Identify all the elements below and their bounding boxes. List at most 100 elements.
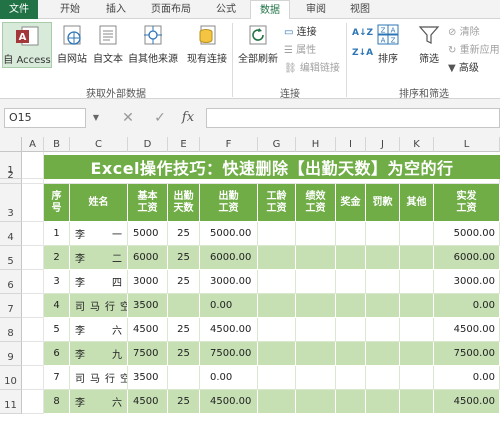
insert-function-icon[interactable]: fx: [178, 108, 198, 128]
from-text-button[interactable]: 自文本: [90, 22, 126, 68]
existing-connections-button[interactable]: 现有连接: [184, 22, 230, 68]
table-cell-seq[interactable]: 6: [44, 342, 70, 366]
table-cell-name[interactable]: 李九: [70, 342, 128, 366]
table-cell-seq[interactable]: 5: [44, 318, 70, 342]
table-cell-name[interactable]: 司马行空: [70, 294, 128, 318]
table-cell-penalty[interactable]: [366, 318, 400, 342]
table-cell-attendance-pay[interactable]: 4500.00: [200, 390, 258, 414]
sort-za-icon[interactable]: Z↓A: [352, 45, 373, 61]
properties-button[interactable]: ☰ 属性: [284, 43, 316, 59]
name-box-dropdown-icon[interactable]: ▼: [90, 108, 102, 128]
table-cell-penalty[interactable]: [366, 222, 400, 246]
sheet-title[interactable]: Excel操作技巧：快速删除【出勤天数】为空的行: [44, 155, 500, 179]
table-cell-base-salary[interactable]: 3000: [128, 270, 168, 294]
table-cell-seniority-pay[interactable]: [258, 246, 296, 270]
table-header-bonus[interactable]: 奖金: [336, 184, 366, 222]
table-cell-performance-pay[interactable]: [296, 318, 336, 342]
table-cell-base-salary[interactable]: 4500: [128, 318, 168, 342]
row-header-10[interactable]: 10: [0, 366, 22, 390]
row-header-5[interactable]: 5: [0, 246, 22, 270]
grid-cell[interactable]: [22, 366, 44, 390]
row-header-4[interactable]: 4: [0, 222, 22, 246]
table-cell-attendance-pay[interactable]: 4500.00: [200, 318, 258, 342]
table-header-other[interactable]: 其他: [400, 184, 434, 222]
table-cell-performance-pay[interactable]: [296, 294, 336, 318]
column-header-l[interactable]: L: [434, 137, 500, 152]
table-cell-seq[interactable]: 3: [44, 270, 70, 294]
table-cell-name[interactable]: 司马行空: [70, 366, 128, 390]
table-cell-performance-pay[interactable]: [296, 246, 336, 270]
name-box[interactable]: O15: [4, 108, 86, 128]
cancel-icon[interactable]: ✕: [118, 108, 138, 128]
table-cell-performance-pay[interactable]: [296, 342, 336, 366]
column-header-h[interactable]: H: [296, 137, 336, 152]
grid-cell[interactable]: [22, 222, 44, 246]
grid-cell[interactable]: [22, 294, 44, 318]
table-cell-net-pay[interactable]: 4500.00: [434, 390, 500, 414]
table-cell-other[interactable]: [400, 270, 434, 294]
table-cell-attendance-days[interactable]: 25: [168, 342, 200, 366]
table-cell-bonus[interactable]: [336, 222, 366, 246]
column-header-i[interactable]: I: [336, 137, 366, 152]
table-cell-net-pay[interactable]: 6000.00: [434, 246, 500, 270]
table-cell-seniority-pay[interactable]: [258, 390, 296, 414]
table-cell-bonus[interactable]: [336, 270, 366, 294]
column-header-a[interactable]: A: [22, 137, 44, 152]
table-cell-name[interactable]: 李一: [70, 222, 128, 246]
table-cell-penalty[interactable]: [366, 342, 400, 366]
table-cell-net-pay[interactable]: 3000.00: [434, 270, 500, 294]
table-cell-bonus[interactable]: [336, 246, 366, 270]
table-cell-base-salary[interactable]: 6000: [128, 246, 168, 270]
table-header-base-salary[interactable]: 基本 工资: [128, 184, 168, 222]
table-cell-bonus[interactable]: [336, 318, 366, 342]
table-cell-penalty[interactable]: [366, 270, 400, 294]
reapply-button[interactable]: ↻ 重新应用: [448, 43, 500, 59]
tab-view[interactable]: 视图: [340, 0, 380, 19]
edit-links-button[interactable]: ⛓ 编辑链接: [284, 61, 340, 77]
filter-button[interactable]: 筛选: [412, 22, 446, 68]
grid-cell[interactable]: [22, 342, 44, 366]
row-header-3[interactable]: 3: [0, 184, 22, 222]
table-cell-seniority-pay[interactable]: [258, 270, 296, 294]
table-cell-seniority-pay[interactable]: [258, 342, 296, 366]
table-cell-seq[interactable]: 1: [44, 222, 70, 246]
table-cell-base-salary[interactable]: 5000: [128, 222, 168, 246]
column-header-d[interactable]: D: [128, 137, 168, 152]
table-header-attendance-days[interactable]: 出勤 天数: [168, 184, 200, 222]
advanced-button[interactable]: ▼ 高级: [448, 61, 479, 77]
tab-data[interactable]: 数据: [250, 0, 290, 20]
table-cell-attendance-pay[interactable]: 5000.00: [200, 222, 258, 246]
table-cell-other[interactable]: [400, 222, 434, 246]
table-cell-seq[interactable]: 8: [44, 390, 70, 414]
table-cell-net-pay[interactable]: 7500.00: [434, 342, 500, 366]
row-header-7[interactable]: 7: [0, 294, 22, 318]
grid-cell[interactable]: [22, 152, 44, 179]
table-cell-base-salary[interactable]: 7500: [128, 342, 168, 366]
table-cell-bonus[interactable]: [336, 366, 366, 390]
tab-file[interactable]: 文件: [0, 0, 38, 19]
table-cell-seq[interactable]: 4: [44, 294, 70, 318]
tab-page-layout[interactable]: 页面布局: [142, 0, 200, 19]
table-cell-name[interactable]: 李六: [70, 390, 128, 414]
table-cell-other[interactable]: [400, 294, 434, 318]
table-cell-net-pay[interactable]: 5000.00: [434, 222, 500, 246]
grid-cell[interactable]: [22, 318, 44, 342]
table-cell-performance-pay[interactable]: [296, 366, 336, 390]
column-header-e[interactable]: E: [168, 137, 200, 152]
column-header-f[interactable]: F: [200, 137, 258, 152]
table-cell-seq[interactable]: 7: [44, 366, 70, 390]
table-cell-attendance-days[interactable]: 25: [168, 390, 200, 414]
connections-button[interactable]: ▭ 连接: [284, 25, 317, 41]
column-header-g[interactable]: G: [258, 137, 296, 152]
select-all-corner[interactable]: [0, 137, 22, 152]
table-cell-performance-pay[interactable]: [296, 222, 336, 246]
table-cell-base-salary[interactable]: 3500: [128, 366, 168, 390]
table-cell-other[interactable]: [400, 366, 434, 390]
table-cell-seniority-pay[interactable]: [258, 222, 296, 246]
table-header-seniority-pay[interactable]: 工龄 工资: [258, 184, 296, 222]
table-header-attendance-pay[interactable]: 出勤 工资: [200, 184, 258, 222]
column-header-b[interactable]: B: [44, 137, 70, 152]
tab-formulas[interactable]: 公式: [206, 0, 246, 19]
table-cell-name[interactable]: 李六: [70, 318, 128, 342]
column-header-k[interactable]: K: [400, 137, 434, 152]
